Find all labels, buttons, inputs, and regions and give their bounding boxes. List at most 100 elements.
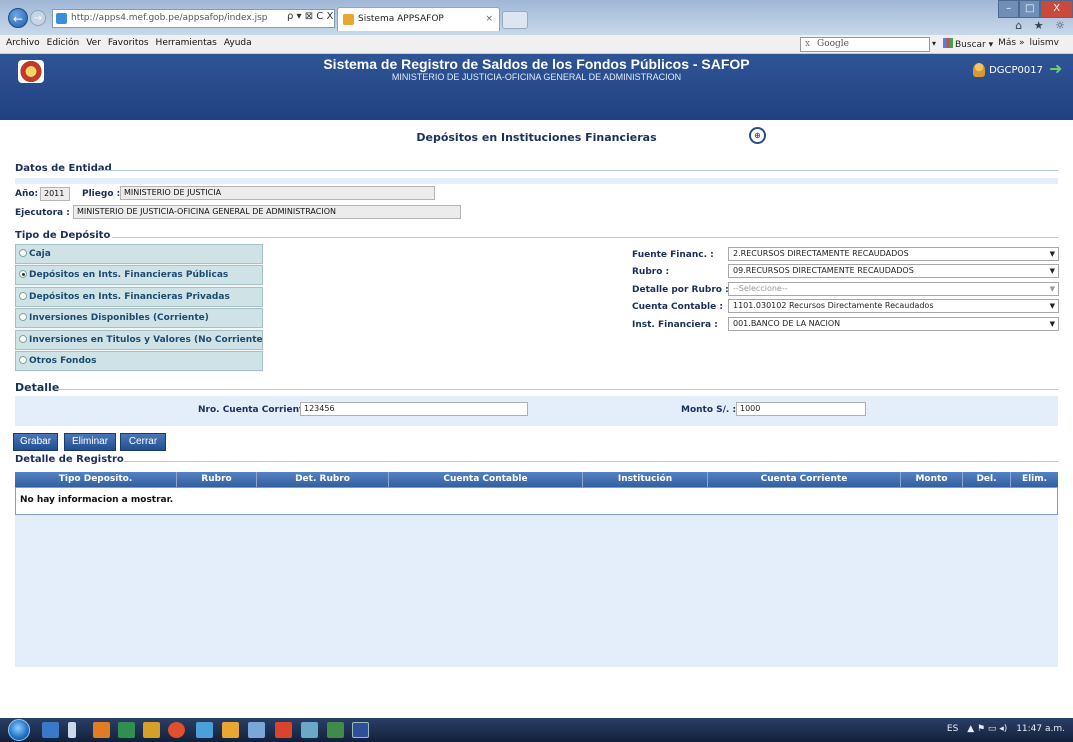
clear-search-icon[interactable]: x bbox=[805, 38, 810, 51]
arrow-left-icon: ← bbox=[12, 12, 24, 26]
section-divider bbox=[97, 170, 1058, 171]
app-taskbar-icon[interactable] bbox=[248, 722, 265, 738]
menu-ver[interactable]: Ver bbox=[86, 38, 101, 48]
eliminar-button[interactable]: Eliminar bbox=[64, 433, 116, 451]
tab-close-icon[interactable]: × bbox=[485, 8, 493, 30]
section-detalle: Detalle bbox=[15, 381, 60, 394]
site-favicon-icon bbox=[56, 13, 67, 24]
cerrar-button[interactable]: Cerrar bbox=[120, 433, 166, 451]
menu-edicion[interactable]: Edición bbox=[47, 38, 80, 48]
maximize-button[interactable]: □ bbox=[1019, 0, 1041, 18]
outlook-taskbar-icon[interactable] bbox=[93, 722, 110, 738]
mas-button[interactable]: Más » bbox=[998, 38, 1024, 50]
network-taskbar-icon[interactable] bbox=[301, 722, 318, 738]
media-taskbar-icon[interactable] bbox=[168, 722, 185, 738]
menu-favoritos[interactable]: Favoritos bbox=[108, 38, 149, 48]
section-tipo-deposito: Tipo de Depósito bbox=[15, 230, 111, 241]
project-taskbar-icon[interactable] bbox=[327, 722, 344, 738]
acrobat-taskbar-icon[interactable] bbox=[275, 722, 292, 738]
address-controls[interactable]: ρ ▾ ⊠ C X bbox=[287, 11, 333, 22]
document-taskbar-icon[interactable] bbox=[68, 722, 76, 738]
table-empty-area bbox=[15, 515, 1058, 667]
cuenta-contable-select[interactable]: 1101.030102 Recursos Directamente Recaud… bbox=[728, 299, 1059, 313]
dropdown-caret-icon: ▼ bbox=[1049, 302, 1055, 310]
minimize-button[interactable]: – bbox=[998, 0, 1020, 18]
url-text: http://apps4.mef.gob.pe/appsafop/index.j… bbox=[71, 13, 268, 23]
detalle-rubro-select[interactable]: --Seleccione-- ▼ bbox=[728, 282, 1059, 296]
table-header: Tipo Deposito. Rubro Det. Rubro Cuenta C… bbox=[15, 472, 1058, 487]
menu-ayuda[interactable]: Ayuda bbox=[224, 38, 252, 48]
cuenta-contable-label: Cuenta Contable : bbox=[632, 302, 723, 312]
home-favorites-tools-icons[interactable]: ⌂ ★ ☼ bbox=[1015, 19, 1069, 32]
option-label: Inversiones Disponibles (Corriente) bbox=[29, 313, 209, 324]
monto-input[interactable]: 1000 bbox=[736, 402, 866, 416]
col-rubro[interactable]: Rubro bbox=[177, 472, 257, 487]
explorer-taskbar-icon[interactable] bbox=[222, 722, 239, 738]
col-institucion[interactable]: Institución bbox=[583, 472, 708, 487]
deposit-option-inversiones-disponibles[interactable]: Inversiones Disponibles (Corriente) bbox=[15, 308, 263, 329]
language-indicator[interactable]: ES bbox=[947, 724, 958, 734]
deposit-option-privadas[interactable]: Depósitos en Ints. Financieras Privadas bbox=[15, 286, 263, 307]
dropdown-caret-icon: ▼ bbox=[1049, 285, 1055, 293]
col-monto[interactable]: Monto bbox=[901, 472, 963, 487]
search-input[interactable]: x Google bbox=[800, 37, 930, 52]
user-info: DGCP0017 bbox=[973, 63, 1043, 77]
ejecutora-field: MINISTERIO DE JUSTICIA-OFICINA GENERAL D… bbox=[73, 205, 461, 219]
ejecutora-label: Ejecutora : bbox=[15, 208, 70, 218]
deposit-option-inversiones-titulos[interactable]: Inversiones en Titulos y Valores (No Cor… bbox=[15, 329, 263, 350]
folder-taskbar-icon[interactable] bbox=[143, 722, 160, 738]
col-det-rubro[interactable]: Det. Rubro bbox=[257, 472, 389, 487]
inst-financiera-select[interactable]: 001.BANCO DE LA NACION ▼ bbox=[728, 317, 1059, 331]
back-button[interactable]: ← bbox=[8, 8, 28, 28]
inst-financiera-value: 001.BANCO DE LA NACION bbox=[733, 319, 841, 328]
radio-icon bbox=[19, 313, 27, 322]
section-divider bbox=[56, 389, 1058, 390]
menu-archivo[interactable]: Archivo bbox=[6, 38, 40, 48]
col-cuenta-contable[interactable]: Cuenta Contable bbox=[389, 472, 583, 487]
fuente-value: 2.RECURSOS DIRECTAMENTE RECAUDADOS bbox=[733, 249, 909, 258]
monto-label: Monto S/. : bbox=[681, 405, 737, 415]
dropdown-caret-icon: ▼ bbox=[1049, 250, 1055, 258]
buscar-label: Buscar ▾ bbox=[955, 40, 994, 50]
table-body: No hay informacion a mostrar. bbox=[15, 487, 1058, 515]
col-del[interactable]: Del. bbox=[963, 472, 1011, 487]
search-placeholder: Google bbox=[817, 39, 849, 49]
clock[interactable]: 11:47 a.m. bbox=[1016, 724, 1065, 734]
rubro-select[interactable]: 09.RECURSOS DIRECTAMENTE RECAUDADOS ▼ bbox=[728, 264, 1059, 278]
info-icon[interactable]: ⊕ bbox=[749, 127, 766, 144]
app-header: Sistema de Registro de Saldos de los Fon… bbox=[0, 54, 1073, 120]
system-tray: ES ▲ ⚑ ▭ ◂) 11:47 a.m. bbox=[941, 724, 1065, 734]
logout-icon[interactable]: ➜ bbox=[1049, 60, 1065, 78]
dropdown-caret-icon: ▼ bbox=[1049, 267, 1055, 275]
grabar-button[interactable]: Grabar bbox=[13, 433, 58, 451]
buscar-button[interactable]: Buscar ▾ bbox=[943, 38, 993, 50]
user-link[interactable]: luismv bbox=[1029, 38, 1059, 50]
fuente-select[interactable]: 2.RECURSOS DIRECTAMENTE RECAUDADOS ▼ bbox=[728, 247, 1059, 261]
new-tab-button[interactable] bbox=[502, 11, 528, 29]
deposit-option-publicas[interactable]: Depósitos en Ints. Financieras Públicas bbox=[15, 265, 263, 286]
excel-taskbar-icon[interactable] bbox=[118, 722, 135, 738]
option-label: Otros Fondos bbox=[29, 355, 97, 366]
section-datos-entidad: Datos de Entidad bbox=[15, 163, 112, 174]
forward-button[interactable]: → bbox=[30, 10, 46, 26]
tab-sistema-appsafop[interactable]: Sistema APPSAFOP × bbox=[337, 7, 500, 31]
active-window-taskbar-icon[interactable] bbox=[352, 722, 369, 738]
col-tipo-deposito[interactable]: Tipo Deposito. bbox=[15, 472, 177, 487]
col-elim[interactable]: Elim. bbox=[1011, 472, 1058, 487]
entity-band bbox=[15, 178, 1058, 184]
start-button[interactable] bbox=[8, 719, 30, 741]
paint-taskbar-icon[interactable] bbox=[196, 722, 213, 738]
cuenta-corriente-input[interactable]: 123456 bbox=[300, 402, 528, 416]
deposit-option-otros-fondos[interactable]: Otros Fondos bbox=[15, 350, 263, 371]
close-window-button[interactable]: X bbox=[1040, 0, 1073, 18]
search-dropdown-icon[interactable]: ▾ bbox=[932, 39, 936, 48]
menu-herramientas[interactable]: Herramientas bbox=[156, 38, 217, 48]
col-cuenta-corriente[interactable]: Cuenta Corriente bbox=[708, 472, 901, 487]
radio-icon bbox=[19, 291, 27, 300]
deposit-option-caja[interactable]: Caja bbox=[15, 244, 263, 264]
page-title: Depósitos en Instituciones Financieras bbox=[416, 131, 657, 144]
ie-taskbar-icon[interactable] bbox=[42, 722, 59, 738]
tray-icons[interactable]: ▲ ⚑ ▭ ◂) bbox=[967, 724, 1007, 734]
anio-label: Año: bbox=[15, 189, 39, 199]
section-divider bbox=[124, 461, 1058, 462]
